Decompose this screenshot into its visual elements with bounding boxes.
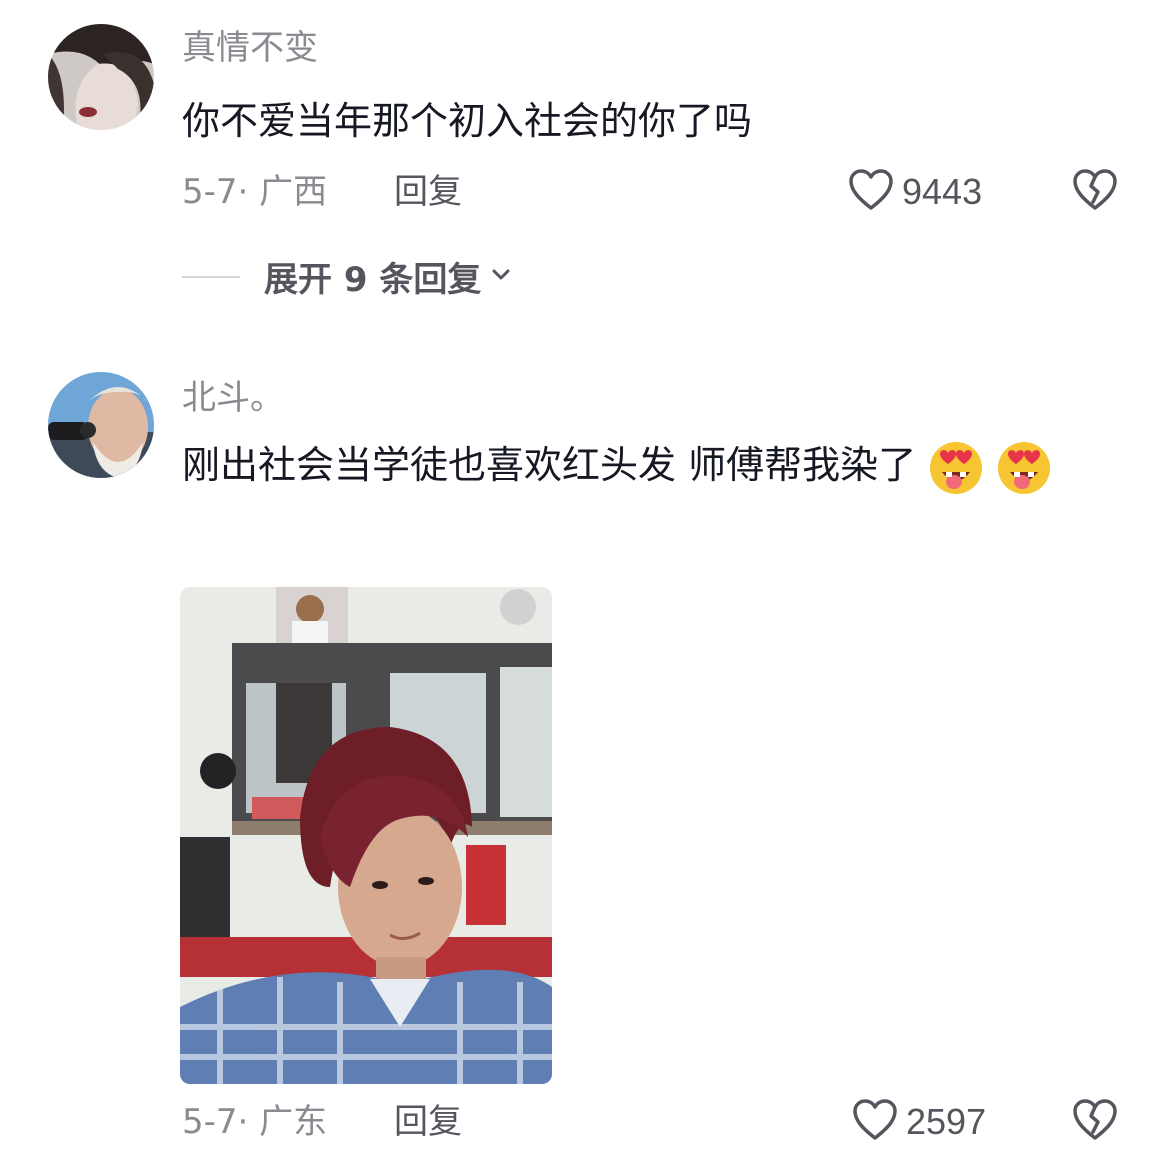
heart-outline-icon bbox=[852, 1098, 898, 1146]
broken-heart-icon bbox=[1072, 1099, 1118, 1146]
heart-eyes-tongue-emoji bbox=[928, 440, 984, 496]
dislike-button[interactable] bbox=[1072, 1098, 1118, 1146]
heart-eyes-tongue-emoji bbox=[996, 440, 1052, 496]
reply-button[interactable]: 回复 bbox=[394, 1102, 462, 1142]
comment-item: 北斗。 刚出社会当学徒也喜欢红头发 师傅帮我染了 5-7· 广东 回复 2597 bbox=[0, 0, 1169, 1167]
comment-date-location: 5-7· 广东 bbox=[182, 1102, 328, 1142]
like-button[interactable]: 2597 bbox=[852, 1098, 986, 1146]
username[interactable]: 北斗。 bbox=[182, 378, 284, 418]
comment-text-content: 刚出社会当学徒也喜欢红头发 师傅帮我染了 bbox=[182, 443, 917, 487]
like-count: 2597 bbox=[906, 1101, 987, 1142]
comment-photo[interactable] bbox=[180, 587, 552, 1084]
comment-text: 刚出社会当学徒也喜欢红头发 师傅帮我染了 bbox=[182, 430, 1122, 500]
avatar[interactable] bbox=[48, 372, 154, 478]
